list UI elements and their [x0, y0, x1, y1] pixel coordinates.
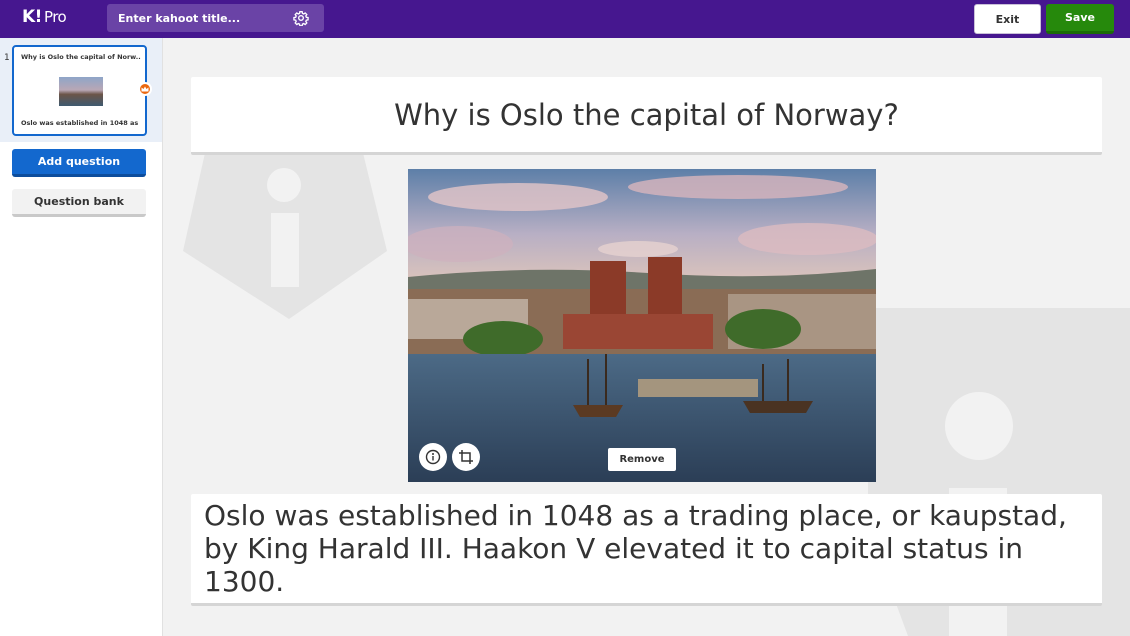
- question-image: [408, 169, 876, 482]
- slide-thumbnail-title: Why is Oslo the capital of Norw...: [21, 53, 141, 61]
- logo-mark: K!: [22, 7, 42, 27]
- slide-thumbnail-answer: Oslo was established in 1048 as ...: [21, 119, 141, 127]
- add-question-button[interactable]: Add question: [12, 149, 146, 177]
- question-title[interactable]: Why is Oslo the capital of Norway?: [394, 98, 899, 132]
- save-button[interactable]: Save: [1046, 4, 1114, 34]
- answer-text-box[interactable]: Oslo was established in 1048 as a tradin…: [191, 494, 1102, 606]
- top-bar: K!Pro Exit Save: [0, 0, 1130, 38]
- question-title-box[interactable]: Why is Oslo the capital of Norway?: [191, 77, 1102, 155]
- logo-suffix: Pro: [43, 8, 67, 26]
- exit-button[interactable]: Exit: [974, 4, 1041, 34]
- answer-text[interactable]: Oslo was established in 1048 as a tradin…: [204, 499, 1089, 598]
- image-info-button[interactable]: [419, 443, 447, 471]
- kahoot-title-input[interactable]: [107, 4, 287, 32]
- slide-thumbnail[interactable]: Why is Oslo the capital of Norw... Oslo …: [12, 45, 147, 136]
- slide-thumbnail-image: [59, 77, 103, 106]
- title-input-container: [107, 4, 324, 32]
- crown-icon: [138, 82, 152, 96]
- info-icon: [425, 449, 441, 465]
- question-bank-button[interactable]: Question bank: [12, 189, 146, 217]
- crop-icon: [459, 450, 473, 464]
- remove-image-button[interactable]: Remove: [608, 448, 676, 471]
- gear-icon[interactable]: [293, 10, 309, 26]
- kahoot-logo[interactable]: K! Pro: [22, 7, 67, 27]
- sidebar: 1 Why is Oslo the capital of Norw... Osl…: [0, 38, 163, 636]
- image-crop-button[interactable]: [452, 443, 480, 471]
- slide-number: 1: [4, 53, 10, 63]
- oslo-harbor-photo: [408, 169, 876, 482]
- slide-list-item[interactable]: 1 Why is Oslo the capital of Norw... Osl…: [0, 38, 162, 142]
- background-info-shape: [183, 153, 387, 319]
